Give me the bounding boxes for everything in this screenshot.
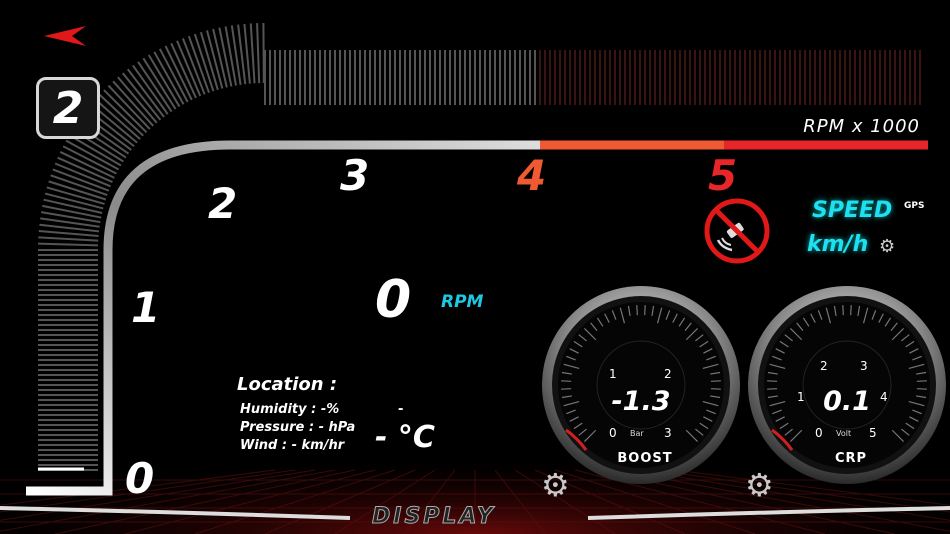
tach-tick-label: 2	[208, 179, 238, 228]
boost-scale-label: 3	[664, 426, 672, 440]
pressure-label: Pressure : - hPa	[240, 420, 356, 435]
tach-tick-label: 5	[708, 151, 738, 200]
crp-scale-label: 0	[815, 426, 823, 440]
gps-disabled-icon	[702, 196, 772, 266]
crp-scale-label: 3	[860, 359, 868, 373]
gear-indicator: 2	[36, 77, 100, 139]
crp-scale-label: 1	[797, 390, 805, 404]
tach-tick-label: 4	[517, 151, 547, 200]
speed-unit: km/h	[807, 232, 869, 257]
crp-unit: Volt	[836, 429, 852, 438]
boost-scale-label: 2	[664, 367, 672, 381]
brand-logo: DISPLAY	[372, 504, 496, 530]
crp-scale-label: 5	[869, 426, 877, 440]
crp-scale-label: 2	[820, 359, 828, 373]
speed-source: GPS	[904, 201, 925, 211]
crp-settings-gear-icon[interactable]: ⚙	[745, 469, 774, 501]
boost-scale-label: 0	[609, 426, 617, 440]
tach-tick-label: 1	[131, 283, 161, 332]
back-arrow-icon[interactable]	[40, 22, 90, 52]
tach-tick-label: 0	[125, 454, 155, 503]
boost-scale-label: 1	[609, 367, 617, 381]
tach-unit-label: RPM x 1000	[803, 116, 920, 137]
crp-name: CRP	[834, 451, 868, 466]
location-label: Location :	[237, 374, 338, 395]
tach-tick-label: 3	[340, 151, 370, 200]
boost-unit: Bar	[630, 429, 644, 438]
rpm-value: 0	[375, 270, 412, 330]
speed-settings-gear-icon[interactable]: ⚙	[879, 236, 895, 257]
dashboard-screen: 2 RPM x 1000 0 1 2 3 4 5 0 RPM SPEED GPS…	[0, 0, 950, 534]
wind-label: Wind : - km/hr	[240, 438, 345, 453]
boost-value: -1.3	[611, 386, 671, 417]
speed-title: SPEED	[812, 198, 893, 223]
temperature-value: - °C	[375, 420, 435, 455]
rpm-unit: RPM	[441, 292, 484, 312]
boost-settings-gear-icon[interactable]: ⚙	[541, 469, 570, 501]
crp-scale-label: 4	[880, 390, 888, 404]
boost-name: BOOST	[617, 451, 673, 466]
weather-extra: -	[398, 402, 404, 417]
humidity-label: Humidity : -%	[240, 402, 340, 417]
